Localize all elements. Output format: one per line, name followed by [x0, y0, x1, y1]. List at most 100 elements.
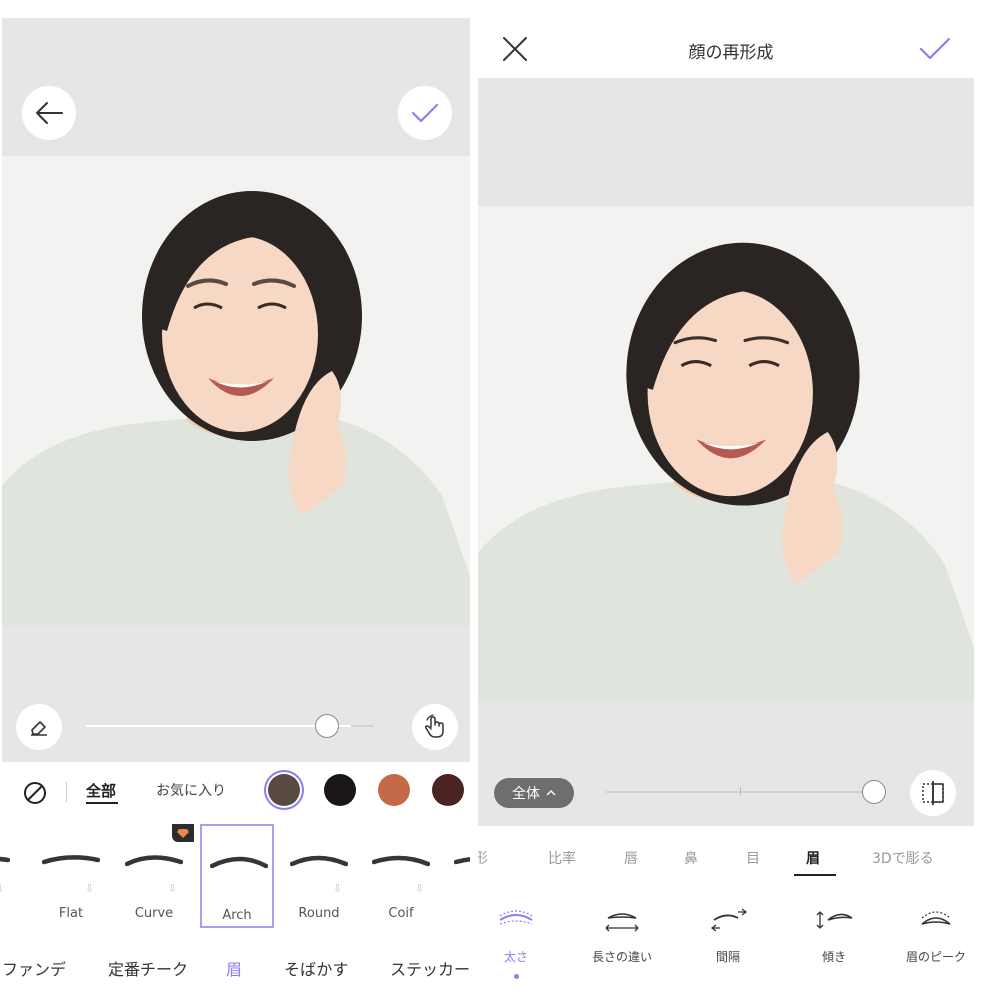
- brow-style-label: Round: [298, 906, 340, 921]
- brow-style-label: Flat: [58, 906, 84, 921]
- download-icon: ⇩: [84, 882, 94, 895]
- editor-canvas: 全体: [478, 78, 974, 826]
- makeup-editor-panel: 全部 お気に入り ⇩l⇩Flat⇩CurveArch⇩Round⇩Coif⇩Un…: [0, 0, 470, 1004]
- face-reshape-panel: 顔の再形成 全体 形 比率 唇 鼻 目 眉 3Dで彫る 太さ 長さの違い 間隔 …: [478, 0, 984, 1004]
- brow-shape-icon: [372, 855, 430, 867]
- brow-shape-icon: [290, 855, 348, 867]
- apply-button[interactable]: [398, 86, 452, 140]
- brow-style-list: ⇩l⇩Flat⇩CurveArch⇩Round⇩Coif⇩Un: [0, 824, 470, 930]
- tool-label: 眉のピーク: [905, 950, 966, 964]
- category-tab[interactable]: 眉: [226, 956, 242, 980]
- brow-reshape-tools: 太さ 長さの違い 間隔 傾き 眉のピーク: [478, 900, 984, 990]
- brow-style-l[interactable]: ⇩l: [0, 824, 18, 928]
- feature-tab[interactable]: 形: [478, 848, 488, 868]
- slider-fill: [86, 725, 351, 727]
- back-button[interactable]: [22, 86, 76, 140]
- portrait-image: [2, 156, 470, 626]
- tool-spacing[interactable]: 間隔: [678, 900, 778, 988]
- scope-dropdown[interactable]: 全体: [494, 778, 574, 808]
- category-tab[interactable]: 定番チーク: [108, 956, 188, 980]
- brow-peak-icon: [921, 911, 951, 925]
- brow-shape-icon: [0, 856, 10, 863]
- feature-tab[interactable]: 眉: [806, 848, 820, 868]
- tool-label: 太さ: [503, 950, 528, 964]
- tool-label: 長さの違い: [591, 950, 652, 964]
- makeup-category-tabs: ファンデ 定番チーク 眉 そばかす ステッカー: [0, 956, 470, 980]
- portrait-photo: [478, 206, 974, 700]
- reshape-slider[interactable]: [606, 780, 886, 804]
- intensity-slider[interactable]: [86, 714, 374, 738]
- tool-length-diff[interactable]: 長さの違い: [572, 900, 672, 988]
- feature-tab[interactable]: 目: [746, 848, 760, 868]
- compare-button[interactable]: [910, 770, 956, 816]
- slider-thumb[interactable]: [314, 714, 339, 738]
- download-icon: ⇩: [167, 882, 177, 895]
- tab-all-underline: [86, 802, 118, 804]
- tab-favorites[interactable]: お気に入り: [156, 780, 226, 800]
- chevron-up-icon: [546, 790, 556, 796]
- manual-adjust-button[interactable]: [412, 704, 458, 750]
- brow-style-un[interactable]: ⇩Un: [446, 824, 470, 928]
- brow-style-flat[interactable]: ⇩ Flat: [34, 824, 108, 928]
- brow-style-label: Curve: [134, 906, 174, 921]
- category-tab[interactable]: ステッカー: [390, 956, 470, 980]
- no-color-icon[interactable]: [22, 780, 48, 806]
- reshape-feature-tabs: 形 比率 唇 鼻 目 眉 3Dで彫る: [478, 844, 984, 880]
- header: 顔の再形成: [478, 0, 984, 78]
- editor-canvas: [2, 18, 470, 762]
- color-swatch-terracotta[interactable]: [378, 774, 410, 806]
- brow-style-round[interactable]: ⇩ Round: [282, 824, 356, 928]
- brow-color-row: 全部 お気に入り: [0, 770, 470, 814]
- tool-label: 傾き: [821, 950, 846, 964]
- color-swatch-dark-brown[interactable]: [432, 774, 464, 806]
- tool-thickness[interactable]: 太さ: [478, 900, 566, 988]
- slider-center-tick: [740, 787, 741, 795]
- diamond-icon: [177, 829, 189, 838]
- premium-badge: [172, 824, 194, 842]
- brow-shape-icon: [210, 856, 268, 869]
- active-tab-underline: [794, 874, 836, 876]
- eraser-icon: [31, 721, 47, 736]
- brow-style-coif[interactable]: ⇩ Coif: [364, 824, 438, 928]
- brow-style-label: l: [0, 906, 18, 921]
- divider: [66, 782, 67, 802]
- brow-style-label: Arch: [222, 908, 252, 923]
- checkmark-icon[interactable]: [918, 34, 952, 64]
- color-swatch-black[interactable]: [324, 774, 356, 806]
- portrait-photo: [2, 156, 470, 626]
- category-tab[interactable]: ファンデ: [2, 956, 66, 980]
- active-dot: [514, 974, 519, 979]
- tool-label: 間隔: [715, 950, 740, 964]
- slider-thumb[interactable]: [862, 780, 886, 804]
- brow-style-label: Un: [446, 906, 470, 921]
- brow-shape-icon: [125, 855, 183, 867]
- thickness-icon: [499, 910, 533, 925]
- arrow-left-icon: [36, 102, 63, 124]
- scope-label: 全体: [512, 786, 540, 802]
- feature-tab[interactable]: 鼻: [684, 848, 698, 868]
- tilt-icon: [816, 911, 853, 929]
- portrait-image: [478, 206, 974, 700]
- length-diff-icon: [605, 913, 639, 932]
- tool-tilt[interactable]: 傾き: [784, 900, 884, 988]
- checkmark-icon: [411, 103, 439, 123]
- brow-shape-icon: [42, 855, 100, 865]
- category-tab[interactable]: そばかす: [284, 956, 348, 980]
- download-icon: ⇩: [332, 882, 342, 895]
- brow-style-label: Coif: [388, 906, 414, 921]
- spacing-icon: [710, 908, 748, 932]
- feature-tab[interactable]: 唇: [624, 848, 638, 868]
- download-icon: ⇩: [414, 882, 424, 895]
- brow-shape-icon: [454, 857, 470, 865]
- tool-brow-peak[interactable]: 眉のピーク: [886, 900, 984, 988]
- feature-tab[interactable]: 3Dで彫る: [872, 848, 934, 868]
- color-swatch-brown-gray[interactable]: [268, 774, 300, 806]
- download-icon: ⇩: [0, 882, 4, 895]
- compare-icon: [922, 781, 944, 805]
- tab-all[interactable]: 全部: [86, 780, 116, 801]
- feature-tab[interactable]: 比率: [548, 848, 576, 868]
- eraser-button[interactable]: [16, 704, 62, 750]
- hand-pointer-icon: [424, 714, 444, 738]
- brow-style-arch[interactable]: Arch: [200, 824, 274, 928]
- page-title: 顔の再形成: [688, 43, 774, 63]
